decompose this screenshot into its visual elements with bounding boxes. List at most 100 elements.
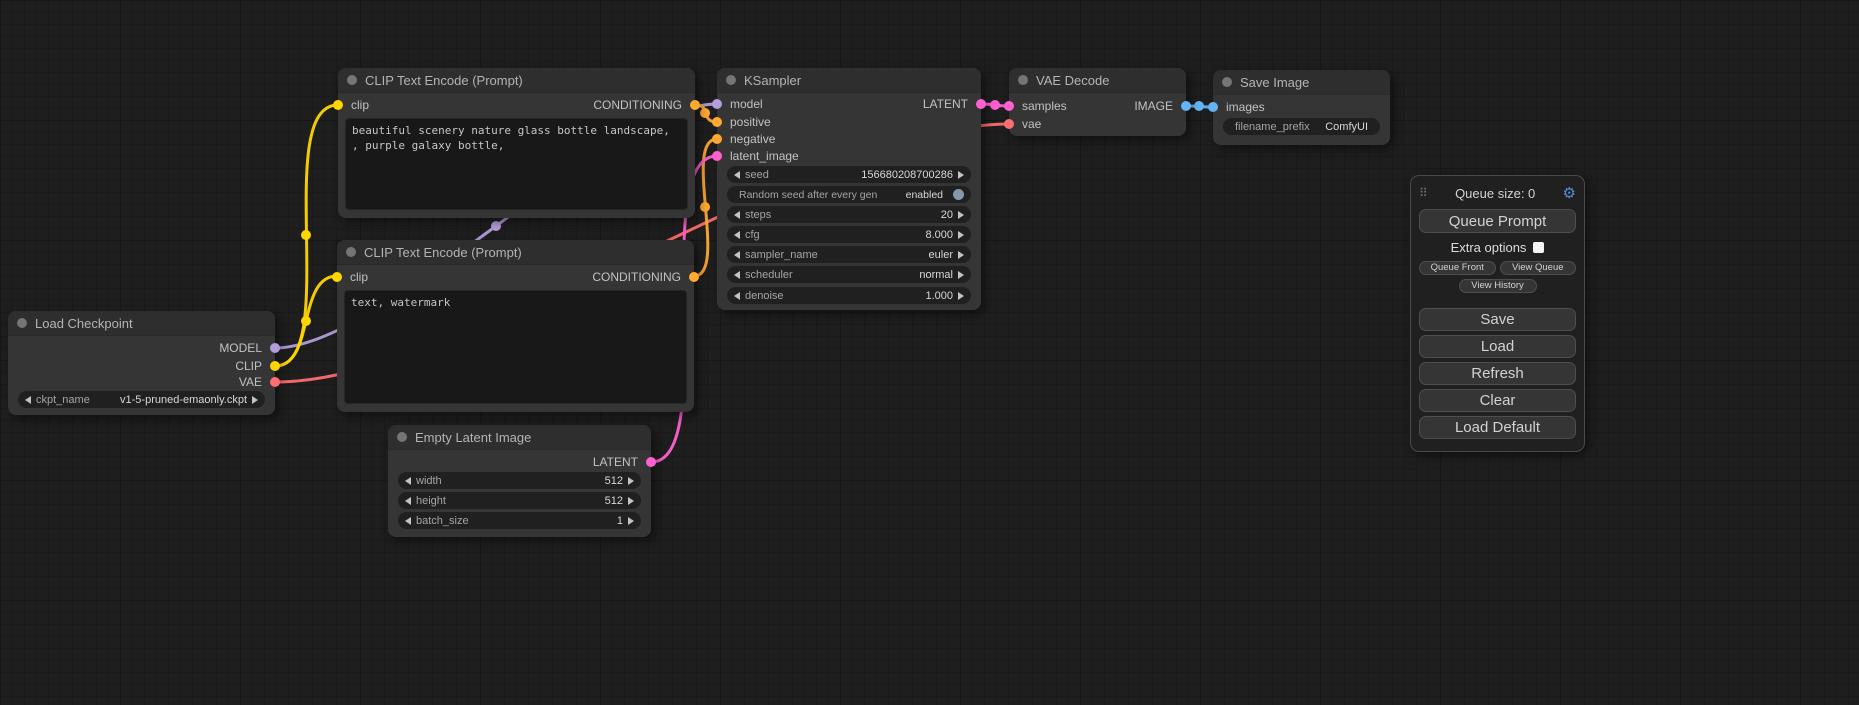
widget-random-seed-toggle[interactable]: Random seed after every gen enabled	[727, 186, 971, 203]
input-port-negative[interactable]	[712, 134, 722, 144]
decrement-arrow-icon[interactable]	[734, 211, 740, 219]
settings-gear-icon[interactable]: ⚙	[1563, 184, 1576, 202]
collapse-toggle-icon[interactable]	[1222, 77, 1232, 87]
save-button[interactable]: Save	[1419, 308, 1576, 331]
toggle-knob-icon[interactable]	[953, 189, 964, 200]
input-slot-positive: positive	[712, 114, 771, 130]
input-port-latent-image[interactable]	[712, 151, 722, 161]
increment-arrow-icon[interactable]	[628, 477, 634, 485]
decrement-arrow-icon[interactable]	[734, 171, 740, 179]
increment-arrow-icon[interactable]	[958, 231, 964, 239]
output-port-conditioning[interactable]	[690, 100, 700, 110]
widget-steps[interactable]: steps 20	[727, 206, 971, 223]
input-label-model: model	[730, 97, 763, 111]
node-save-image[interactable]: Save Image images filename_prefix ComfyU…	[1213, 70, 1390, 145]
extra-options-checkbox[interactable]	[1533, 242, 1544, 253]
output-port-conditioning[interactable]	[689, 272, 699, 282]
increment-arrow-icon[interactable]	[958, 171, 964, 179]
queue-actions-row: Queue Front View Queue	[1419, 261, 1576, 275]
input-port-clip[interactable]	[332, 272, 342, 282]
queue-panel-header: ⠿ Queue size: 0 ⚙	[1419, 184, 1576, 202]
widget-value: 156680208700286	[861, 169, 953, 181]
node-clip-text-encode-positive[interactable]: CLIP Text Encode (Prompt) clip CONDITION…	[338, 68, 695, 218]
increment-arrow-icon[interactable]	[252, 396, 258, 404]
view-history-button[interactable]: View History	[1459, 279, 1537, 293]
widget-denoise[interactable]: denoise 1.000	[727, 287, 971, 304]
collapse-toggle-icon[interactable]	[1018, 75, 1028, 85]
decrement-arrow-icon[interactable]	[734, 231, 740, 239]
node-graph-canvas[interactable]: Load Checkpoint MODEL CLIP VAE ckpt_name…	[0, 0, 1859, 705]
input-label-latent-image: latent_image	[730, 149, 799, 163]
input-port-model[interactable]	[712, 99, 722, 109]
input-port-vae[interactable]	[1004, 119, 1014, 129]
widget-batch-size[interactable]: batch_size 1	[398, 512, 641, 529]
input-slot-images: images	[1208, 99, 1265, 115]
collapse-toggle-icon[interactable]	[397, 432, 407, 442]
load-default-button[interactable]: Load Default	[1419, 416, 1576, 439]
output-slot-latent: LATENT	[923, 96, 986, 112]
drag-handle-icon[interactable]: ⠿	[1419, 186, 1428, 200]
widget-width[interactable]: width 512	[398, 472, 641, 489]
widget-filename-prefix[interactable]: filename_prefix ComfyUI	[1223, 118, 1380, 135]
widget-sampler-name[interactable]: sampler_name euler	[727, 246, 971, 263]
refresh-button[interactable]: Refresh	[1419, 362, 1576, 385]
output-port-clip[interactable]	[270, 361, 280, 371]
decrement-arrow-icon[interactable]	[25, 396, 31, 404]
queue-prompt-button[interactable]: Queue Prompt	[1419, 209, 1576, 233]
node-clip-text-encode-negative[interactable]: CLIP Text Encode (Prompt) clip CONDITION…	[337, 240, 694, 412]
output-port-vae[interactable]	[270, 377, 280, 387]
input-port-positive[interactable]	[712, 117, 722, 127]
widget-seed[interactable]: seed 156680208700286	[727, 166, 971, 183]
widget-height[interactable]: height 512	[398, 492, 641, 509]
node-title-bar: Save Image	[1213, 70, 1390, 95]
decrement-arrow-icon[interactable]	[405, 477, 411, 485]
decrement-arrow-icon[interactable]	[734, 271, 740, 279]
increment-arrow-icon[interactable]	[958, 292, 964, 300]
input-port-clip[interactable]	[333, 100, 343, 110]
output-port-image[interactable]	[1181, 101, 1191, 111]
increment-arrow-icon[interactable]	[628, 497, 634, 505]
widget-label: height	[416, 495, 446, 507]
decrement-arrow-icon[interactable]	[734, 292, 740, 300]
decrement-arrow-icon[interactable]	[405, 517, 411, 525]
collapse-toggle-icon[interactable]	[726, 75, 736, 85]
prompt-textarea[interactable]: text, watermark	[344, 290, 687, 404]
prompt-textarea[interactable]: beautiful scenery nature glass bottle la…	[345, 118, 688, 210]
clear-button[interactable]: Clear	[1419, 389, 1576, 412]
node-vae-decode[interactable]: VAE Decode samples vae IMAGE	[1009, 68, 1186, 136]
widget-cfg[interactable]: cfg 8.000	[727, 226, 971, 243]
node-ksampler[interactable]: KSampler model positive negative latent_…	[717, 68, 981, 310]
output-slot-image: IMAGE	[1134, 98, 1191, 114]
node-title-bar: VAE Decode	[1009, 68, 1186, 93]
increment-arrow-icon[interactable]	[958, 211, 964, 219]
widget-scheduler[interactable]: scheduler normal	[727, 266, 971, 283]
node-title: CLIP Text Encode (Prompt)	[365, 73, 523, 88]
input-label-clip: clip	[350, 270, 368, 284]
input-slot-samples: samples	[1004, 98, 1067, 114]
output-port-model[interactable]	[270, 343, 280, 353]
view-queue-button[interactable]: View Queue	[1500, 261, 1577, 275]
widget-label: seed	[745, 169, 769, 181]
widget-label: width	[416, 475, 442, 487]
collapse-toggle-icon[interactable]	[17, 318, 27, 328]
decrement-arrow-icon[interactable]	[734, 251, 740, 259]
input-port-samples[interactable]	[1004, 101, 1014, 111]
decrement-arrow-icon[interactable]	[405, 497, 411, 505]
load-button[interactable]: Load	[1419, 335, 1576, 358]
output-port-latent[interactable]	[646, 457, 656, 467]
output-label-latent: LATENT	[923, 97, 968, 111]
widget-ckpt-name[interactable]: ckpt_name v1-5-pruned-emaonly.ckpt	[18, 391, 265, 408]
input-label-positive: positive	[730, 115, 771, 129]
node-load-checkpoint[interactable]: Load Checkpoint MODEL CLIP VAE ckpt_name…	[8, 311, 275, 415]
output-slot-clip: CLIP	[235, 358, 280, 374]
collapse-toggle-icon[interactable]	[346, 247, 356, 257]
output-port-latent[interactable]	[976, 99, 986, 109]
increment-arrow-icon[interactable]	[958, 271, 964, 279]
node-empty-latent-image[interactable]: Empty Latent Image LATENT width 512 heig…	[388, 425, 651, 537]
increment-arrow-icon[interactable]	[628, 517, 634, 525]
input-port-images[interactable]	[1208, 102, 1218, 112]
wire-midpoint-image	[1194, 101, 1204, 111]
increment-arrow-icon[interactable]	[958, 251, 964, 259]
queue-front-button[interactable]: Queue Front	[1419, 261, 1496, 275]
collapse-toggle-icon[interactable]	[347, 75, 357, 85]
